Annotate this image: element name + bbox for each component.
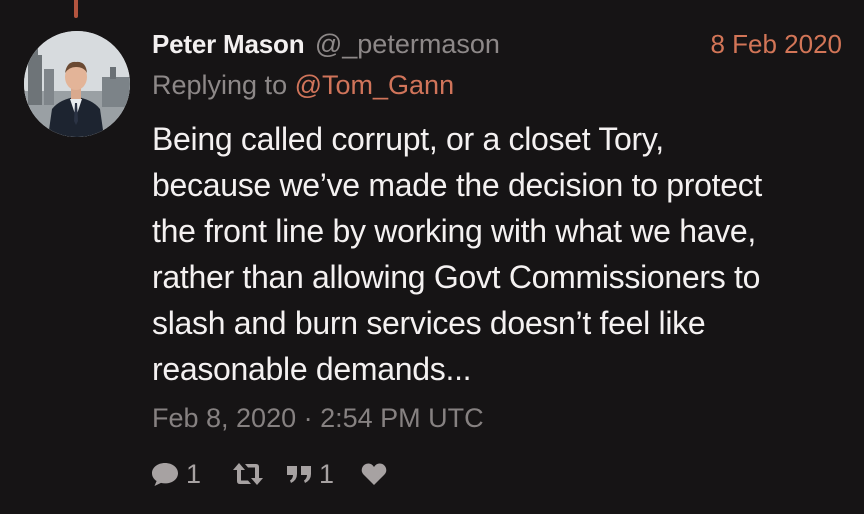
replying-to: Replying to @Tom_Gann	[152, 70, 454, 101]
tweet-text-line: because we’ve made the decision to prote…	[152, 167, 762, 203]
comment-icon	[152, 463, 178, 486]
reply-count: 1	[186, 458, 202, 489]
tweet-text-line: slash and burn services doesn’t feel lik…	[152, 305, 706, 341]
avatar-photo	[24, 31, 130, 137]
avatar[interactable]	[24, 31, 130, 137]
quote-icon	[287, 466, 312, 483]
tweet-timestamp[interactable]: Feb 8, 2020 · 2:54 PM UTC	[152, 403, 484, 434]
retweet-icon	[233, 463, 264, 485]
tweet-text-line: the front line by working with what we h…	[152, 213, 757, 249]
tweet-header: Peter Mason @_petermason 8 Feb 2020	[152, 29, 844, 63]
tweet-date-link[interactable]: 8 Feb 2020	[710, 29, 842, 60]
replying-to-label: Replying to	[152, 70, 288, 100]
replying-to-mention-link[interactable]: @Tom_Gann	[295, 70, 454, 100]
tweet-text-line: reasonable demands...	[152, 351, 472, 387]
author-display-name[interactable]: Peter Mason	[152, 29, 305, 59]
heart-icon	[361, 463, 387, 485]
retweet-button[interactable]	[231, 461, 265, 487]
tweet-body: Being called corrupt, or a closet Tory, …	[152, 116, 852, 392]
like-button[interactable]	[360, 461, 388, 487]
quote-button[interactable]: 1	[285, 459, 334, 490]
reply-button[interactable]: 1	[150, 459, 201, 490]
author-handle[interactable]: @_petermason	[315, 29, 500, 59]
thread-connector-line	[74, 0, 78, 18]
tweet-text-line: Being called corrupt, or a closet Tory,	[152, 121, 664, 157]
tweet-text-line: rather than allowing Govt Commissioners …	[152, 259, 761, 295]
quote-count: 1	[319, 458, 335, 489]
tweet-stats-bar: 1 1	[150, 456, 388, 492]
